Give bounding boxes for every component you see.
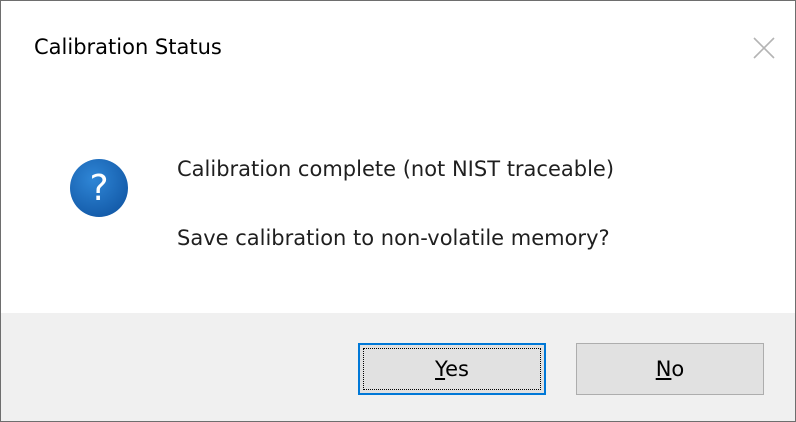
- dialog-content: ? Calibration complete (not NIST traceab…: [1, 83, 795, 313]
- yes-button[interactable]: Yes: [358, 343, 546, 395]
- no-button[interactable]: No: [576, 343, 764, 395]
- title-bar: Calibration Status: [1, 1, 795, 83]
- message-line-1: Calibration complete (not NIST traceable…: [177, 157, 615, 181]
- svg-text:?: ?: [89, 168, 108, 209]
- close-button[interactable]: [741, 25, 787, 71]
- yes-accelerator-key: Y: [435, 357, 446, 381]
- dialog-footer: Yes No: [1, 313, 795, 421]
- message-line-2: Save calibration to non-volatile memory?: [177, 226, 610, 250]
- dialog-title: Calibration Status: [34, 35, 222, 59]
- close-icon: [753, 37, 775, 59]
- no-label-rest: o: [671, 357, 685, 381]
- question-icon: ?: [69, 158, 129, 218]
- yes-label-rest: es: [445, 357, 469, 381]
- no-accelerator-key: N: [655, 357, 672, 381]
- calibration-status-dialog: Calibration Status ? Calibration complet: [0, 0, 796, 422]
